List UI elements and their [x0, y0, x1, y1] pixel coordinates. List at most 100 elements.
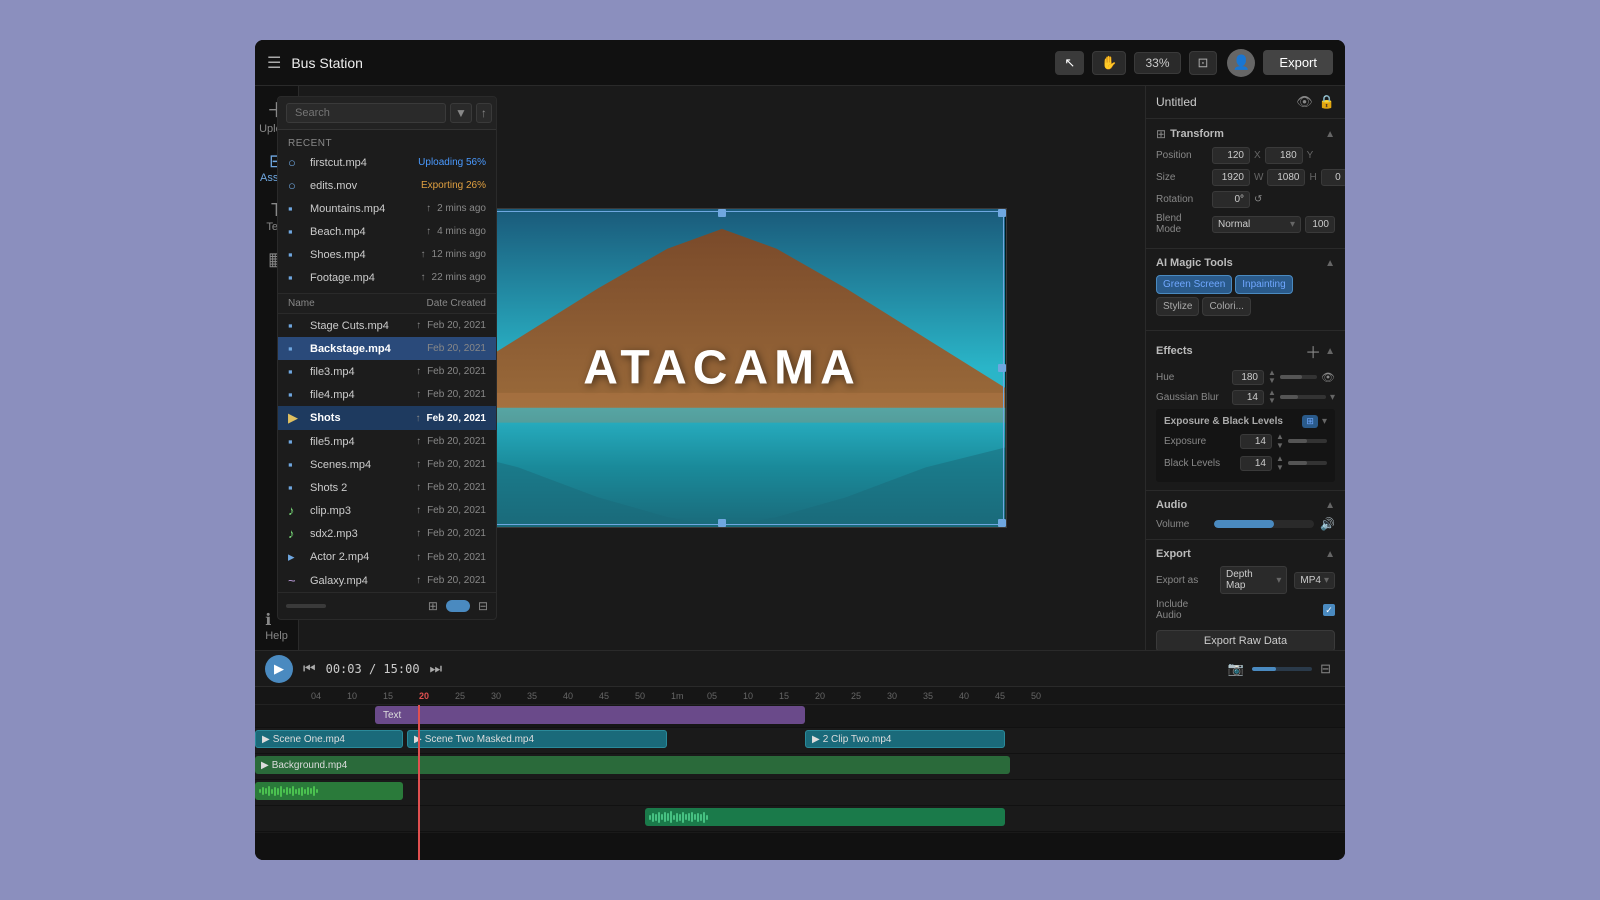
skip-forward-btn[interactable]: ⏭	[428, 658, 445, 679]
grid-view-icon[interactable]: ⊞	[428, 599, 438, 613]
list-item[interactable]: ▸ Actor 2.mp4 ↑ Feb 20, 2021	[278, 545, 496, 569]
list-item[interactable]: ▪ file5.mp4 ↑ Feb 20, 2021	[278, 430, 496, 453]
export-as-label: Export as	[1156, 575, 1216, 586]
black-levels-row: Black Levels 14 ▲ ▼	[1164, 454, 1327, 472]
skip-back-btn[interactable]: ⏮	[301, 658, 318, 679]
file-name: edits.mov	[310, 180, 415, 192]
zoom-level-btn[interactable]: 33%	[1134, 52, 1180, 74]
play-button[interactable]: ▶	[265, 655, 293, 683]
cursor-tool-btn[interactable]: ↖	[1055, 51, 1084, 75]
size-h-input[interactable]	[1267, 169, 1305, 186]
text-clip[interactable]: Text	[375, 706, 805, 724]
export-format-dropdown[interactable]: MP4 ▾	[1294, 572, 1335, 589]
list-item[interactable]: ○ firstcut.mp4 Uploading 56%	[278, 151, 496, 174]
scroll-indicator	[286, 604, 326, 608]
lock-icon[interactable]: 🔒	[1319, 94, 1335, 110]
list-item[interactable]: ▪ Stage Cuts.mp4 ↑ Feb 20, 2021	[278, 314, 496, 337]
export-raw-data-btn[interactable]: Export Raw Data	[1156, 630, 1335, 650]
list-item[interactable]: ○ edits.mov Exporting 26%	[278, 174, 496, 197]
blur-spinner[interactable]: ▲ ▼	[1268, 389, 1276, 405]
list-item[interactable]: ▪ Footage.mp4 ↑ 22 mins ago	[278, 266, 496, 289]
pan-tool-btn[interactable]: ✋	[1092, 51, 1126, 75]
audio-clip-1[interactable]	[255, 782, 403, 800]
hue-slider[interactable]	[1280, 375, 1317, 379]
file-date: Feb 20, 2021	[427, 528, 486, 539]
ai-section-header[interactable]: AI Magic Tools ▲	[1156, 257, 1335, 269]
volume-slider[interactable]	[1214, 520, 1314, 528]
audio-section-header[interactable]: Audio ▲	[1156, 499, 1335, 511]
list-item[interactable]: ♪ clip.mp3 ↑ Feb 20, 2021	[278, 499, 496, 522]
filter-btn[interactable]: ▼	[450, 103, 472, 123]
eye-icon[interactable]: 👁	[1296, 94, 1313, 110]
black-levels-spinner[interactable]: ▲ ▼	[1276, 454, 1284, 472]
list-item[interactable]: ▪ Scenes.mp4 ↑ Feb 20, 2021	[278, 453, 496, 476]
include-audio-checkbox[interactable]: ✓	[1323, 604, 1335, 616]
menu-icon[interactable]: ☰	[267, 53, 281, 73]
blur-slider[interactable]	[1280, 395, 1326, 399]
position-y-input[interactable]	[1265, 147, 1303, 164]
canvas-preview[interactable]: ATACAMA	[437, 208, 1007, 528]
export-label: Export	[1156, 548, 1325, 560]
audio-clip-2[interactable]	[645, 808, 1005, 826]
upload-icon: ↑	[416, 459, 421, 470]
export-type-dropdown[interactable]: Depth Map ▾	[1220, 566, 1287, 594]
list-item-shots[interactable]: ▶ Shots ↑ Feb 20, 2021	[278, 406, 496, 430]
rotation-input[interactable]	[1212, 191, 1250, 208]
clip-label: 2 Clip Two.mp4	[823, 734, 892, 745]
colorize-tab[interactable]: Colori...	[1202, 297, 1250, 316]
timeline-cam-icon[interactable]: 📷	[1224, 659, 1248, 679]
scene-one-clip[interactable]: ▶ Scene One.mp4	[255, 730, 403, 748]
hue-row: Hue 180 ▲ ▼ 👁	[1156, 369, 1335, 385]
list-item[interactable]: ▪ Mountains.mp4 ↑ 2 mins ago	[278, 197, 496, 220]
list-view-icon[interactable]: ⊟	[478, 599, 488, 613]
track-zoom-slider[interactable]	[1252, 667, 1312, 671]
list-item[interactable]: ▪ Shots 2 ↑ Feb 20, 2021	[278, 476, 496, 499]
file-name: Shots 2	[310, 482, 410, 494]
more-filter-btn[interactable]: ⊙	[496, 103, 497, 123]
list-item[interactable]: ♪ sdx2.mp3 ↑ Feb 20, 2021	[278, 522, 496, 545]
ruler-mark: 15	[779, 691, 815, 701]
blend-opacity-input[interactable]	[1305, 216, 1335, 233]
bg-clip[interactable]: ▶ Background.mp4	[255, 756, 1010, 774]
size-z-input[interactable]	[1321, 169, 1345, 186]
position-x-input[interactable]	[1212, 147, 1250, 164]
inpainting-tab[interactable]: Inpainting	[1235, 275, 1292, 294]
exposure-spinner[interactable]: ▲ ▼	[1276, 432, 1284, 450]
current-time: 00:03	[326, 662, 362, 676]
black-levels-slider[interactable]	[1288, 461, 1327, 465]
upload-filter-btn[interactable]: ↑	[476, 103, 492, 123]
add-effect-icon[interactable]: ＋	[1305, 339, 1321, 363]
hue-eye-icon[interactable]: 👁	[1321, 371, 1335, 384]
search-input[interactable]	[286, 103, 446, 123]
transform-section-header[interactable]: ⊞ Transform ▲	[1156, 127, 1335, 141]
exposure-icon[interactable]: ⊞	[1302, 415, 1318, 428]
size-row: Size W H	[1156, 169, 1335, 186]
list-item[interactable]: ▪ Beach.mp4 ↑ 4 mins ago	[278, 220, 496, 243]
list-item[interactable]: ~ Galaxy.mp4 ↑ Feb 20, 2021	[278, 569, 496, 592]
list-item[interactable]: ▪ Shoes.mp4 ↑ 12 mins ago	[278, 243, 496, 266]
green-screen-tab[interactable]: Green Screen	[1156, 275, 1232, 294]
size-w-input[interactable]	[1212, 169, 1250, 186]
volume-icon[interactable]: 🔊	[1320, 517, 1335, 531]
scene-two-clip[interactable]: ▶ Scene Two Masked.mp4	[407, 730, 667, 748]
export-button[interactable]: Export	[1263, 50, 1333, 75]
view-toggle[interactable]	[446, 600, 470, 612]
list-item[interactable]: ▪ Backstage.mp4 Feb 20, 2021	[278, 337, 496, 360]
list-item[interactable]: ▪ file3.mp4 ↑ Feb 20, 2021	[278, 360, 496, 383]
effects-section-header[interactable]: Effects ＋ ▲	[1156, 339, 1335, 363]
list-item[interactable]: ▪ file4.mp4 ↑ Feb 20, 2021	[278, 383, 496, 406]
file-date: 4 mins ago	[437, 226, 486, 237]
clip-two-clip[interactable]: ▶ 2 Clip Two.mp4	[805, 730, 1005, 748]
stylize-tab[interactable]: Stylize	[1156, 297, 1199, 316]
ruler-mark: 45	[995, 691, 1031, 701]
folder-icon: ▶	[288, 410, 304, 426]
add-track-btn[interactable]: ⊟	[1316, 659, 1335, 679]
file-search-bar: ▼ ↑ ⊙	[278, 97, 496, 130]
export-section-header[interactable]: Export ▲	[1156, 548, 1335, 560]
text-track-row: Text	[255, 705, 1345, 729]
exposure-slider[interactable]	[1288, 439, 1327, 443]
blend-mode-row: Blend Mode Normal ▾	[1156, 213, 1335, 235]
fit-screen-btn[interactable]: ⊡	[1189, 51, 1218, 75]
hue-spinner[interactable]: ▲ ▼	[1268, 369, 1276, 385]
blend-mode-dropdown[interactable]: Normal ▾	[1212, 216, 1301, 233]
